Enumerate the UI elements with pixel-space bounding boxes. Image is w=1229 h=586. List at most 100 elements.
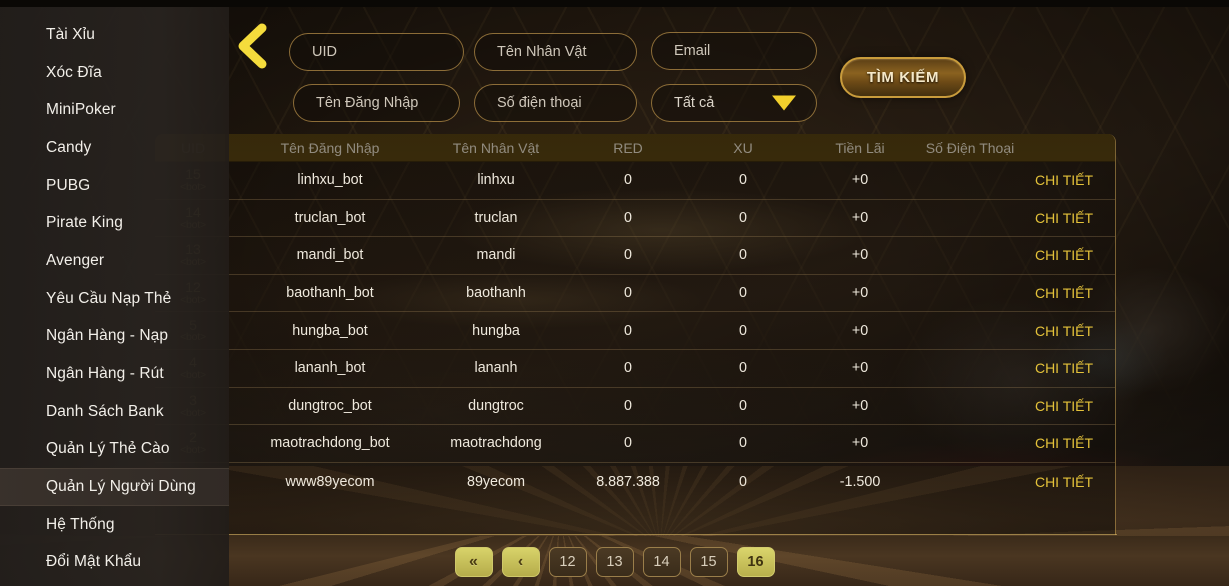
sidebar-item-14[interactable]: Đổi Mật Khẩu bbox=[0, 544, 229, 582]
cell-profit: +0 bbox=[851, 322, 869, 339]
cell-login: truclan_bot bbox=[294, 209, 366, 226]
detail-link[interactable]: CHI TIẾT bbox=[1035, 172, 1093, 188]
table-row[interactable]: 13<bot>mandi_botmandi00+0CHI TIẾT bbox=[155, 237, 1115, 275]
sidebar-item-label: MiniPoker bbox=[46, 101, 116, 119]
search-button[interactable]: TÌM KIẾM bbox=[840, 57, 966, 98]
type-select-dropdown[interactable]: Tất cả bbox=[651, 84, 817, 122]
detail-link[interactable]: CHI TIẾT bbox=[1035, 398, 1093, 414]
cell-red: 0 bbox=[624, 397, 632, 414]
sidebar-item-label: Xóc Đĩa bbox=[46, 63, 102, 81]
sidebar-item-6[interactable]: Avenger bbox=[0, 242, 229, 280]
cell-profit: +0 bbox=[851, 435, 869, 452]
pagination-page-13[interactable]: 13 bbox=[595, 547, 634, 577]
sidebar-item-label: Quản Lý Người Dùng bbox=[46, 478, 196, 496]
table-header-xu: XU bbox=[733, 140, 753, 156]
pagination-page-14[interactable]: 14 bbox=[642, 547, 681, 577]
detail-link[interactable]: CHI TIẾT bbox=[1035, 474, 1093, 490]
sidebar-item-7[interactable]: Yêu Cầu Nạp Thẻ bbox=[0, 280, 229, 318]
login-name-input[interactable] bbox=[293, 84, 460, 122]
sidebar-item-label: Hệ Thống bbox=[46, 515, 115, 533]
cell-xu: 0 bbox=[739, 473, 747, 490]
detail-link[interactable]: CHI TIẾT bbox=[1035, 285, 1093, 301]
pagination-prev-button[interactable]: ‹ bbox=[501, 547, 540, 577]
cell-login: dungtroc_bot bbox=[288, 397, 372, 414]
top-black-strip bbox=[0, 0, 1229, 7]
email-input[interactable] bbox=[651, 32, 817, 70]
sidebar-item-label: Candy bbox=[46, 138, 92, 156]
sidebar-item-1[interactable]: Xóc Đĩa bbox=[0, 54, 229, 92]
cell-xu: 0 bbox=[739, 172, 747, 189]
sidebar-item-13[interactable]: Hệ Thống bbox=[0, 506, 229, 544]
phone-input[interactable] bbox=[474, 84, 637, 122]
pagination-page-16[interactable]: 16 bbox=[736, 547, 775, 577]
detail-link[interactable]: CHI TIẾT bbox=[1035, 435, 1093, 451]
sidebar-item-5[interactable]: Pirate King bbox=[0, 204, 229, 242]
cell-char: 89yecom bbox=[466, 473, 526, 490]
type-select-value: Tất cả bbox=[674, 95, 715, 111]
users-table: UIDTên Đăng NhậpTên Nhân VậtREDXUTiền Lã… bbox=[155, 134, 1116, 535]
sidebar-item-12[interactable]: Quản Lý Người Dùng bbox=[0, 468, 229, 506]
cell-char: baothanh bbox=[466, 285, 526, 302]
sidebar-item-label: Danh Sách Bank bbox=[46, 402, 164, 420]
table-bottom-border bbox=[155, 534, 1117, 535]
cell-login: linhxu_bot bbox=[297, 172, 363, 189]
pagination-page-15[interactable]: 15 bbox=[689, 547, 728, 577]
sidebar-item-8[interactable]: Ngân Hàng - Nạp bbox=[0, 318, 229, 356]
cell-red: 0 bbox=[624, 285, 632, 302]
cell-profit: +0 bbox=[851, 360, 869, 377]
cell-char: linhxu bbox=[477, 172, 515, 189]
sidebar-item-2[interactable]: MiniPoker bbox=[0, 91, 229, 129]
table-row[interactable]: 14<bot>truclan_bottruclan00+0CHI TIẾT bbox=[155, 200, 1115, 238]
sidebar-item-label: Ngân Hàng - Rút bbox=[46, 365, 164, 383]
sidebar-item-label: Quản Lý Thẻ Cào bbox=[46, 440, 170, 458]
table-header-red: RED bbox=[613, 140, 643, 156]
cell-profit: -1.500 bbox=[839, 473, 881, 490]
sidebar-item-list: Tài Xỉu Xóc Đĩa MiniPoker Candy PUBG Pirate K… bbox=[0, 0, 229, 581]
cell-char: dungtroc bbox=[468, 397, 524, 414]
cell-red: 0 bbox=[624, 435, 632, 452]
sidebar-item-3[interactable]: Candy bbox=[0, 129, 229, 167]
table-row[interactable]: 3<bot>dungtroc_botdungtroc00+0CHI TIẾT bbox=[155, 388, 1115, 426]
table-header-profit: Tiền Lãi bbox=[835, 140, 885, 156]
table-row[interactable]: 12<bot>baothanh_botbaothanh00+0CHI TIẾT bbox=[155, 275, 1115, 313]
table-row[interactable]: 4<bot>lananh_botlananh00+0CHI TIẾT bbox=[155, 350, 1115, 388]
detail-link[interactable]: CHI TIẾT bbox=[1035, 360, 1093, 376]
sidebar: Tài Xỉu Xóc Đĩa MiniPoker Candy PUBG Pirate K… bbox=[0, 0, 229, 586]
cell-login: www89yecom bbox=[285, 473, 375, 490]
cell-profit: +0 bbox=[851, 397, 869, 414]
sidebar-item-4[interactable]: PUBG bbox=[0, 167, 229, 205]
pagination-first-button[interactable]: « bbox=[454, 547, 493, 577]
detail-link[interactable]: CHI TIẾT bbox=[1035, 247, 1093, 263]
cell-red: 0 bbox=[624, 247, 632, 264]
cell-char: mandi bbox=[476, 247, 516, 264]
character-name-input[interactable] bbox=[474, 33, 637, 71]
table-row[interactable]: 5<bot>hungba_bothungba00+0CHI TIẾT bbox=[155, 312, 1115, 350]
sidebar-item-0[interactable]: Tài Xỉu bbox=[0, 16, 229, 54]
table-row[interactable]: 2<bot>maotrachdong_botmaotrachdong00+0CH… bbox=[155, 425, 1115, 463]
cell-xu: 0 bbox=[739, 285, 747, 302]
cell-profit: +0 bbox=[851, 247, 869, 264]
chevron-left-glyph bbox=[238, 23, 267, 69]
cell-xu: 0 bbox=[739, 247, 747, 264]
cell-xu: 0 bbox=[739, 360, 747, 377]
detail-link[interactable]: CHI TIẾT bbox=[1035, 323, 1093, 339]
cell-profit: +0 bbox=[851, 285, 869, 302]
detail-link[interactable]: CHI TIẾT bbox=[1035, 210, 1093, 226]
cell-xu: 0 bbox=[739, 397, 747, 414]
pagination-page-12[interactable]: 12 bbox=[548, 547, 587, 577]
table-header-char: Tên Nhân Vật bbox=[452, 140, 540, 156]
cell-login: maotrachdong_bot bbox=[270, 435, 390, 452]
chevron-down-icon bbox=[772, 95, 796, 111]
table-row[interactable]: www89yecom 89yecom 8.887.388 0 -1.500 CHI TIẾ… bbox=[155, 463, 1115, 501]
uid-input[interactable] bbox=[289, 33, 464, 71]
sidebar-item-9[interactable]: Ngân Hàng - Rút bbox=[0, 355, 229, 393]
cell-login: mandi_bot bbox=[296, 247, 364, 264]
sidebar-item-label: Yêu Cầu Nạp Thẻ bbox=[46, 289, 172, 307]
cell-login: hungba_bot bbox=[292, 322, 368, 339]
cell-red: 0 bbox=[624, 209, 632, 226]
chevron-left-icon[interactable] bbox=[231, 20, 273, 72]
table-header-row: UIDTên Đăng NhậpTên Nhân VậtREDXUTiền Lã… bbox=[155, 134, 1115, 162]
sidebar-item-10[interactable]: Danh Sách Bank bbox=[0, 393, 229, 431]
sidebar-item-11[interactable]: Quản Lý Thẻ Cào bbox=[0, 431, 229, 469]
table-row[interactable]: 15<bot>linhxu_botlinhxu00+0CHI TIẾT bbox=[155, 162, 1115, 200]
